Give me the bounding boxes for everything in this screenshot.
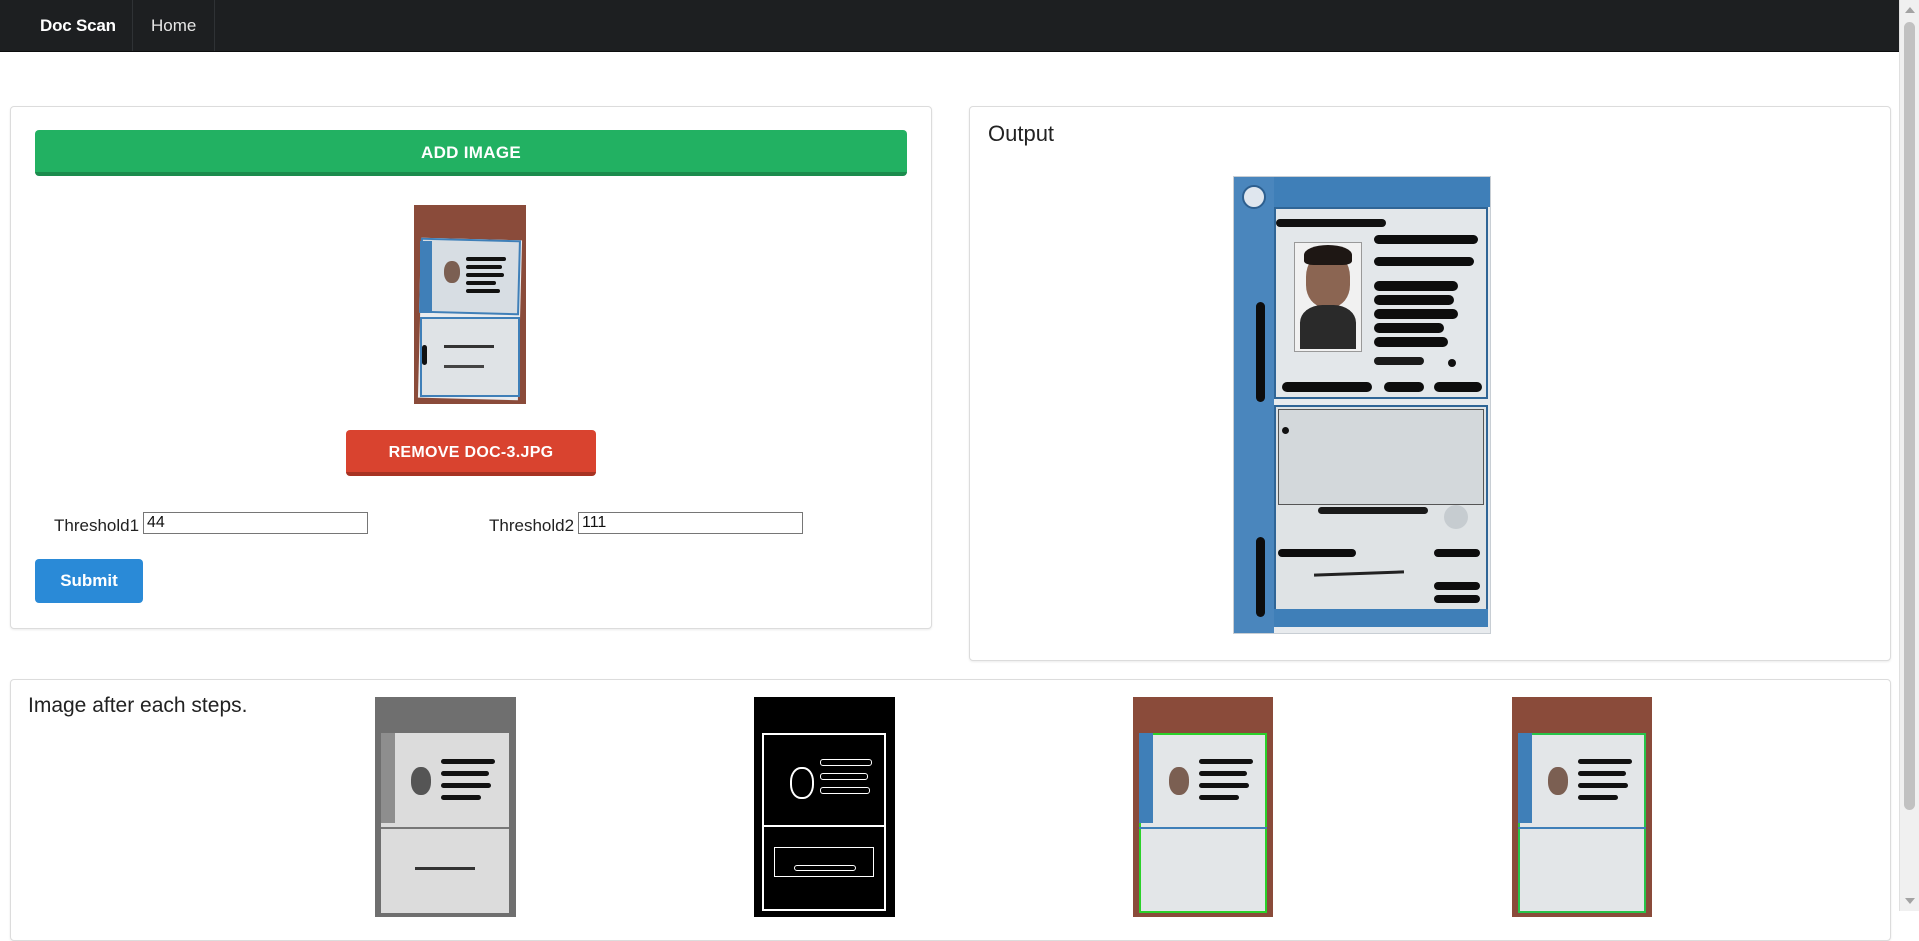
step-grayscale-image: [375, 697, 516, 917]
scroll-up-arrow-icon[interactable]: [1905, 7, 1915, 13]
threshold1-input[interactable]: [143, 512, 368, 534]
brand-link[interactable]: Doc Scan: [20, 0, 136, 51]
step-edges-image: [754, 697, 895, 917]
top-navbar: Doc Scan Home: [0, 0, 1900, 52]
output-image: [1233, 176, 1491, 634]
scroll-thumb[interactable]: [1904, 22, 1915, 810]
steps-title: Image after each steps.: [28, 694, 248, 717]
threshold2-label: Threshold2: [489, 516, 575, 535]
scroll-down-arrow-icon[interactable]: [1905, 898, 1915, 904]
threshold2-input[interactable]: [578, 512, 803, 534]
nav-home-link[interactable]: Home: [132, 0, 216, 51]
remove-image-button[interactable]: REMOVE DOC-3.JPG: [346, 430, 596, 476]
submit-button[interactable]: Submit: [35, 559, 143, 603]
page-scrollbar[interactable]: [1899, 0, 1919, 911]
uploaded-image-thumbnail: [414, 205, 526, 404]
input-panel: ADD IMAGE REMOVE DOC-3.JPG Threshold1 Th…: [10, 106, 932, 629]
output-panel: Output: [969, 106, 1891, 661]
step-outline-image: [1512, 697, 1652, 917]
threshold1-label: Threshold1: [54, 516, 140, 535]
steps-panel: Image after each steps.: [10, 679, 1891, 941]
step-contours-image: [1133, 697, 1273, 917]
add-image-button[interactable]: ADD IMAGE: [35, 130, 907, 176]
output-title: Output: [988, 121, 1055, 146]
